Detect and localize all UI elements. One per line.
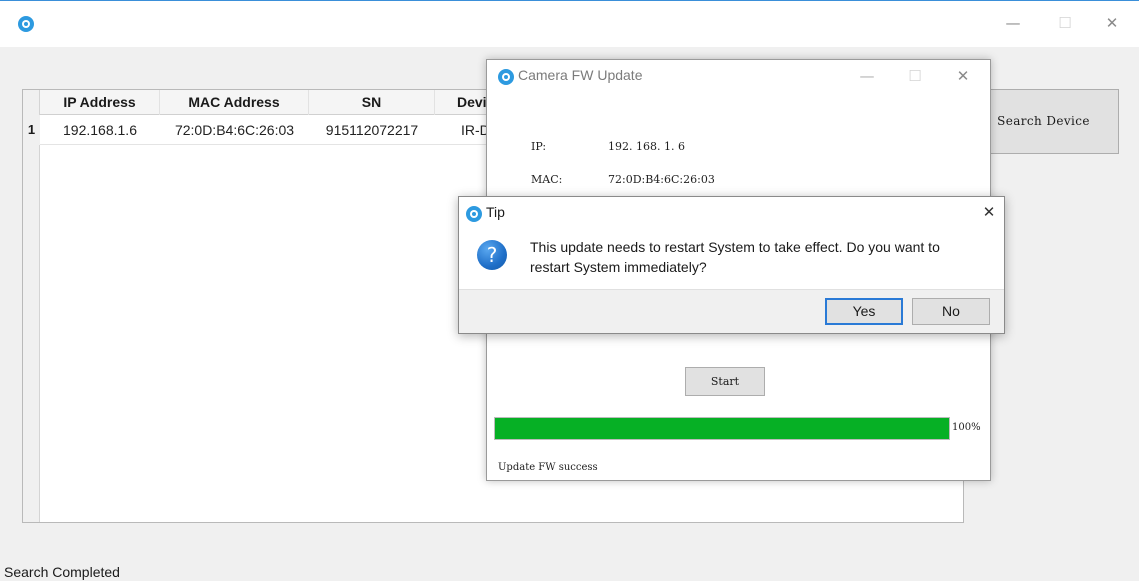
fw-status-text: Update FW success: [498, 462, 598, 473]
app-logo-icon: [498, 69, 514, 85]
main-titlebar: — ☐ ✕: [0, 1, 1139, 47]
row-index[interactable]: 1: [23, 115, 40, 145]
app-logo-icon: [18, 16, 34, 32]
fw-dialog-title: Camera FW Update: [518, 67, 643, 83]
mac-label: MAC:: [531, 173, 563, 186]
maximize-button[interactable]: ☐: [1055, 13, 1075, 33]
tip-dialog-title: Tip: [486, 204, 505, 220]
ip-value: 192. 168. 1. 6: [608, 140, 685, 153]
start-button[interactable]: Start: [685, 367, 765, 396]
close-button[interactable]: ✕: [1102, 13, 1122, 33]
cell-sn[interactable]: 915112072217: [309, 115, 435, 145]
ip-label: IP:: [531, 140, 547, 153]
yes-button[interactable]: Yes: [825, 298, 903, 325]
app-logo-icon: [466, 206, 482, 222]
tip-close-button[interactable]: ✕: [979, 203, 999, 221]
column-header-sn[interactable]: SN: [309, 90, 435, 115]
progress-fill: [495, 418, 949, 439]
column-header-ip[interactable]: IP Address: [40, 90, 160, 115]
fw-maximize-button[interactable]: ☐: [905, 66, 925, 86]
progress-percent: 100%: [952, 422, 981, 433]
row-header-column: [23, 90, 40, 522]
desktop-root: — ☐ ✕ IP Address MAC Address SN Devic 1 …: [0, 0, 1139, 581]
progress-bar: [494, 417, 950, 440]
minimize-button[interactable]: —: [1003, 13, 1023, 33]
cell-ip[interactable]: 192.168.1.6: [40, 115, 160, 145]
tip-button-bar: Yes No: [459, 289, 1004, 333]
column-header-mac[interactable]: MAC Address: [160, 90, 309, 115]
mac-value: 72:0D:B4:6C:26:03: [608, 173, 715, 186]
tip-dialog: Tip ✕ ? This update needs to restart Sys…: [458, 196, 1005, 334]
no-button[interactable]: No: [912, 298, 990, 325]
cell-mac[interactable]: 72:0D:B4:6C:26:03: [160, 115, 309, 145]
tip-message: This update needs to restart System to t…: [530, 239, 940, 275]
fw-minimize-button[interactable]: —: [857, 66, 877, 86]
question-icon: ?: [477, 240, 507, 270]
status-text: Search Completed: [4, 564, 120, 580]
fw-close-button[interactable]: ✕: [953, 66, 973, 86]
